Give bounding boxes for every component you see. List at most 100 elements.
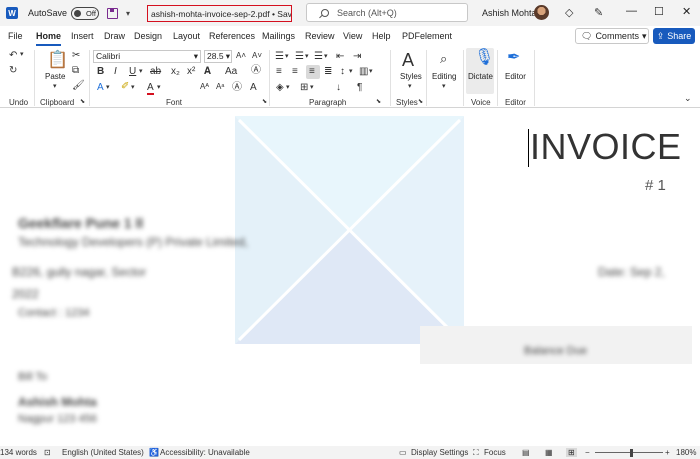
tab-insert[interactable]: Insert	[71, 31, 94, 41]
share-button[interactable]: ⇪ Share	[653, 28, 695, 44]
diamond-icon[interactable]: ◇	[565, 6, 573, 19]
redo-icon[interactable]: ↻	[9, 66, 17, 76]
copy-icon[interactable]: ⧉	[72, 66, 79, 76]
chevron-down-icon[interactable]: ▾	[369, 68, 373, 75]
undo-icon[interactable]: ↶	[9, 51, 17, 61]
character-shading-icon[interactable]: Ⓐ	[232, 83, 242, 93]
word-count[interactable]: 134 words	[0, 448, 37, 457]
language[interactable]: English (United States)	[62, 448, 144, 457]
zoom-out-icon[interactable]: −	[585, 448, 590, 457]
borders-icon[interactable]: ⊞	[300, 83, 308, 93]
styles-button[interactable]: Styles	[400, 72, 422, 81]
font-color-icon[interactable]: A	[147, 83, 154, 95]
tab-layout[interactable]: Layout	[173, 31, 200, 41]
chevron-down-icon[interactable]: ▾	[106, 84, 110, 91]
decrease-indent-icon[interactable]: ⇤	[336, 52, 344, 62]
italic-icon[interactable]: I	[114, 67, 117, 77]
editor-icon[interactable]: ✒	[507, 50, 520, 66]
search-input[interactable]: Search (Alt+Q)	[306, 3, 468, 22]
shading-icon[interactable]: ◈	[276, 83, 284, 93]
line-spacing-icon[interactable]: ↕	[340, 67, 345, 77]
subscript-icon[interactable]: x₂	[171, 67, 180, 77]
bullets-icon[interactable]: ☰	[275, 52, 284, 62]
underline-icon[interactable]: U	[129, 67, 136, 77]
image-placeholder[interactable]	[235, 116, 464, 344]
chevron-down-icon[interactable]: ▾	[285, 53, 289, 60]
tab-review[interactable]: Review	[305, 31, 335, 41]
cut-icon[interactable]: ✂	[72, 51, 80, 61]
dictate-button[interactable]: Dictate	[468, 72, 493, 81]
dialog-launcher-icon[interactable]: ⬊	[80, 99, 85, 105]
collapse-ribbon-icon[interactable]: ⌄	[684, 94, 692, 103]
font-size-up-icon[interactable]: Aᴬ	[200, 83, 209, 91]
align-left-icon[interactable]: ≡	[276, 67, 282, 77]
paste-label[interactable]: Paste	[45, 72, 65, 81]
editor-button[interactable]: Editor	[505, 72, 526, 81]
tab-references[interactable]: References	[209, 31, 255, 41]
font-size-select[interactable]: 28.5 ▾	[204, 50, 232, 63]
chevron-down-icon[interactable]: ▾	[349, 68, 353, 75]
dialog-launcher-icon[interactable]: ⬊	[262, 99, 267, 105]
increase-indent-icon[interactable]: ⇥	[353, 52, 361, 62]
document-canvas[interactable]: INVOICE # 1 Geekflare Pune 1 ll Technolo…	[0, 109, 700, 445]
chevron-down-icon[interactable]: ▾	[139, 68, 143, 75]
find-icon[interactable]: ⌕	[440, 52, 447, 65]
minimize-icon[interactable]: —	[626, 5, 637, 17]
avatar[interactable]	[534, 5, 549, 20]
display-settings[interactable]: Display Settings	[411, 448, 468, 457]
shrink-font-icon[interactable]: A˅	[252, 52, 262, 60]
zoom-in-icon[interactable]: +	[665, 448, 670, 457]
grow-font-icon[interactable]: A˄	[236, 52, 246, 60]
user-name[interactable]: Ashish Mohta	[482, 8, 537, 18]
tab-draw[interactable]: Draw	[104, 31, 125, 41]
font-size-down-icon[interactable]: Aᵃ	[216, 83, 224, 91]
clear-formatting-icon[interactable]: Ⓐ	[251, 66, 261, 76]
customize-toolbar-icon[interactable]: ▾	[126, 9, 130, 18]
print-layout-icon[interactable]: ▦	[545, 448, 553, 457]
styles-icon[interactable]: A	[402, 51, 414, 69]
microphone-icon[interactable]: 🎙	[474, 50, 494, 66]
tab-help[interactable]: Help	[372, 31, 391, 41]
invoice-number[interactable]: # 1	[645, 177, 666, 194]
chevron-down-icon[interactable]: ▾	[53, 83, 57, 90]
chevron-down-icon[interactable]: ▾	[286, 84, 290, 91]
show-formatting-icon[interactable]: ¶	[357, 83, 362, 93]
tab-pdfelement[interactable]: PDFelement	[402, 31, 452, 41]
autosave-toggle[interactable]: Off	[71, 6, 100, 20]
tab-file[interactable]: File	[8, 31, 23, 41]
bold-icon[interactable]: B	[97, 67, 104, 77]
maximize-icon[interactable]: ☐	[654, 5, 664, 18]
chevron-down-icon[interactable]: ▾	[408, 83, 412, 90]
chevron-down-icon[interactable]: ▾	[324, 53, 328, 60]
editing-button[interactable]: Editing	[432, 72, 456, 81]
proofing-icon[interactable]: ⊡	[44, 448, 51, 457]
character-border-icon[interactable]: A	[250, 83, 257, 93]
chevron-down-icon[interactable]: ▾	[20, 51, 24, 58]
chevron-down-icon[interactable]: ▾	[305, 53, 309, 60]
clipboard-icon[interactable]: 📋	[47, 51, 68, 68]
align-right-icon[interactable]: ≡	[309, 67, 315, 77]
justify-icon[interactable]: ≣	[324, 67, 332, 77]
sort-icon[interactable]: ↓	[336, 83, 341, 93]
align-center-icon[interactable]: ≡	[292, 67, 298, 77]
focus-mode[interactable]: Focus	[484, 448, 506, 457]
font-name-select[interactable]: Calibri ▾	[93, 50, 201, 63]
tab-home[interactable]: Home	[36, 31, 62, 46]
zoom-level[interactable]: 180%	[676, 448, 696, 457]
pen-icon[interactable]: ✎	[594, 6, 603, 19]
chevron-down-icon[interactable]: ▾	[131, 84, 135, 91]
dialog-launcher-icon[interactable]: ⬊	[418, 99, 423, 105]
multilevel-list-icon[interactable]: ☰	[314, 52, 323, 62]
accessibility-status[interactable]: Accessibility: Unavailable	[160, 448, 250, 457]
text-effects-icon[interactable]: A	[97, 83, 104, 93]
format-painter-icon[interactable]: 🖌	[72, 81, 85, 91]
close-icon[interactable]: ✕	[682, 5, 691, 18]
web-layout-icon[interactable]: ⊞	[566, 448, 577, 457]
read-mode-icon[interactable]: ▤	[522, 448, 530, 457]
superscript-icon[interactable]: x²	[187, 67, 195, 77]
invoice-title[interactable]: INVOICE	[530, 126, 682, 168]
zoom-slider-thumb[interactable]	[630, 449, 633, 457]
dialog-launcher-icon[interactable]: ⬊	[376, 99, 381, 105]
font-effects-icon[interactable]: 𝐀	[204, 67, 211, 77]
comments-button[interactable]: 🗨 Comments ▾	[575, 28, 649, 44]
